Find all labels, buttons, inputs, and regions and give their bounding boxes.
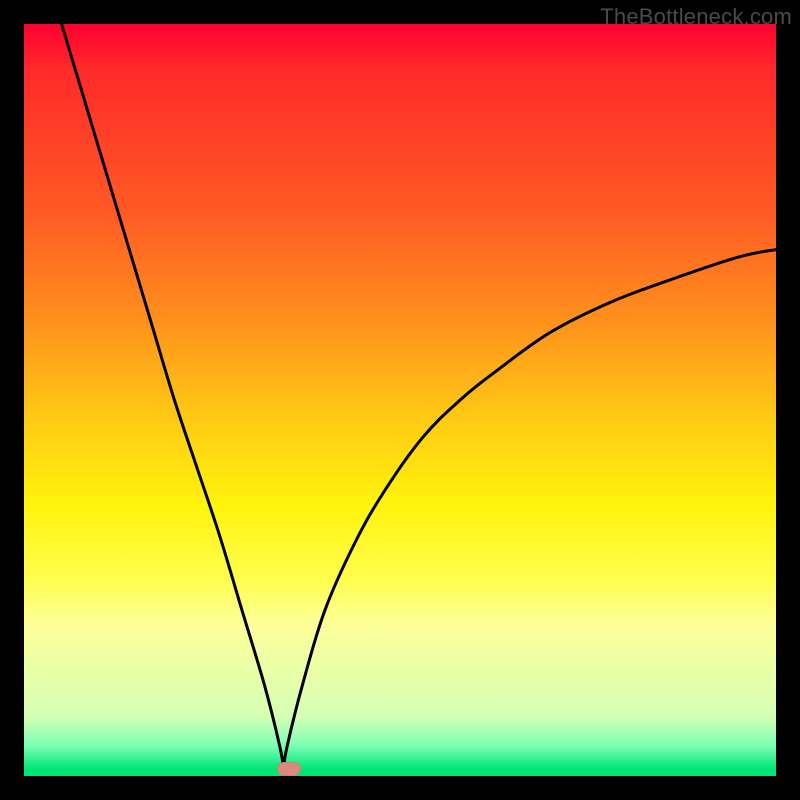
- optimum-marker: [277, 762, 301, 776]
- gradient-background: [24, 24, 776, 776]
- watermark-text: TheBottleneck.com: [600, 4, 792, 30]
- chart-frame: [24, 24, 776, 776]
